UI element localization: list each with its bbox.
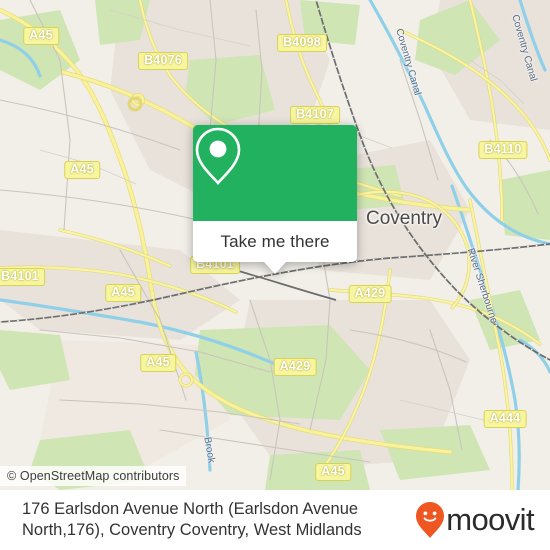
map-pin-icon [195, 127, 241, 185]
footer-bar: 176 Earlsdon Avenue North (Earlsdon Aven… [0, 490, 550, 550]
road-shield: A429 [348, 285, 392, 303]
popup-pointer-tail [264, 262, 286, 274]
road-shield: B4110 [478, 141, 528, 159]
road-shield: B4076 [138, 52, 188, 70]
map-canvas[interactable]: .grn{fill:#cfe5b4} .res{fill:#e8e2da} .l… [0, 0, 550, 490]
moovit-map-screenshot: .grn{fill:#cfe5b4} .res{fill:#e8e2da} .l… [0, 0, 550, 550]
moovit-logo[interactable]: moovit [415, 501, 550, 539]
take-me-there-label: Take me there [220, 231, 330, 251]
road-shield: A45 [315, 463, 351, 481]
moovit-wordmark: moovit [446, 502, 534, 537]
map-place-label: Coventry [365, 208, 443, 229]
road-shield: A45 [64, 161, 100, 179]
road-shield: A444 [483, 410, 527, 428]
address-caption: 176 Earlsdon Avenue North (Earlsdon Aven… [22, 500, 362, 539]
popup-icon-area [193, 125, 357, 221]
location-popup-card[interactable]: Take me there [193, 125, 357, 274]
road-shield: B4107 [290, 106, 340, 124]
road-shield: A45 [140, 354, 176, 372]
road-shield: A45 [23, 27, 59, 45]
moovit-smiley-pin-icon [416, 502, 445, 538]
road-shield: A45 [105, 284, 141, 302]
map-attribution[interactable]: © OpenStreetMap contributors [0, 466, 186, 486]
road-shield: A429 [273, 358, 317, 376]
popup-action-bar[interactable]: Take me there [193, 221, 357, 262]
road-shield: B4098 [277, 34, 327, 52]
road-shield: B4101 [0, 268, 45, 286]
